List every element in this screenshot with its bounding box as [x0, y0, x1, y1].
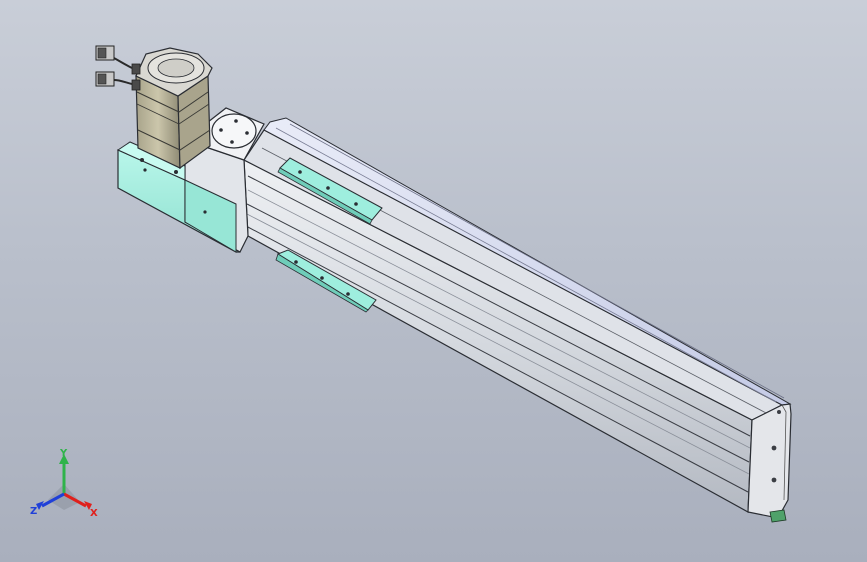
power-cable[interactable] — [95, 71, 133, 87]
linear-actuator-model[interactable] — [0, 0, 867, 562]
view-orientation-triad[interactable]: Y X Z — [28, 448, 100, 520]
cad-viewport[interactable]: Y X Z — [0, 0, 867, 562]
x-axis-label: X — [90, 508, 98, 519]
y-axis-label: Y — [59, 448, 68, 459]
z-axis-label: Z — [30, 506, 37, 517]
encoder-cable[interactable] — [95, 45, 133, 69]
